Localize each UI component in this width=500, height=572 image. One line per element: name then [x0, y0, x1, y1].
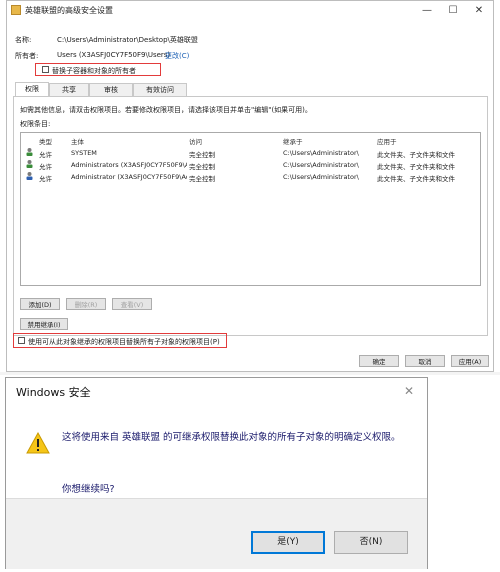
dialog-title: 英雄联盟的高级安全设置 [25, 6, 113, 15]
no-button[interactable]: 否(N) [334, 531, 408, 554]
confirm-question: 你想继续吗? [62, 484, 115, 495]
table-row[interactable]: 允许 SYSTEM 完全控制 C:\Users\Administrator\ 此… [21, 147, 480, 159]
user-group-icon [26, 160, 33, 168]
tab-sharing[interactable]: 共享 [49, 83, 89, 96]
table-row[interactable]: 允许 Administrator (X3ASFJ0CY7F50F9\Ad... … [21, 171, 480, 183]
remove-button[interactable]: 删除(R) [66, 298, 106, 310]
row-principal: Administrator (X3ASFJ0CY7F50F9\Ad... [71, 173, 187, 181]
entries-label: 权限条目: [20, 120, 51, 128]
tab-auditing[interactable]: 审核 [89, 83, 133, 96]
row-type: 允许 [39, 151, 52, 159]
owner-label: 所有者: [15, 52, 39, 60]
ok-button[interactable]: 确定 [359, 355, 399, 367]
col-applies[interactable]: 应用于 [377, 136, 397, 146]
row-inherited: C:\Users\Administrator\ [283, 161, 359, 169]
permissions-panel: 如需其他信息，请双击权限项目。若要修改权限项目，请选择该项目并单击"编辑"(如果… [13, 96, 488, 336]
row-applies: 此文件夹、子文件夹和文件 [377, 151, 455, 159]
replace-child-perms-label: 使用可从此对象继承的权限项目替换所有子对象的权限项目(P) [28, 338, 220, 346]
col-inherited[interactable]: 继承于 [283, 136, 303, 146]
user-icon [26, 148, 33, 156]
title-bar: 英雄联盟的高级安全设置 — ☐ ✕ [7, 1, 493, 21]
row-applies: 此文件夹、子文件夹和文件 [377, 175, 455, 183]
row-inherited: C:\Users\Administrator\ [283, 173, 359, 181]
info-text: 如需其他信息，请双击权限项目。若要修改权限项目，请选择该项目并单击"编辑"(如果… [20, 106, 312, 114]
dialog-title: Windows 安全 [16, 386, 91, 399]
tab-effective-access[interactable]: 有效访问 [133, 83, 187, 96]
add-button[interactable]: 添加(D) [20, 298, 60, 310]
replace-owner-highlight: 替换子容器和对象的所有者 [35, 63, 161, 76]
maximize-icon[interactable]: ☐ [443, 3, 463, 19]
row-type: 允许 [39, 163, 52, 171]
row-access: 完全控制 [189, 175, 215, 183]
col-type[interactable]: 类型 [39, 136, 52, 146]
windows-security-dialog: Windows 安全 ✕ 这将使用来自 英雄联盟 的可继承权限替换此对象的所有子… [5, 377, 428, 569]
minimize-icon[interactable]: — [417, 3, 437, 19]
advanced-security-dialog: 英雄联盟的高级安全设置 — ☐ ✕ 名称: C:\Users\Administr… [6, 0, 494, 372]
cancel-button[interactable]: 取消 [405, 355, 445, 367]
row-access: 完全控制 [189, 151, 215, 159]
row-access: 完全控制 [189, 163, 215, 171]
row-applies: 此文件夹、子文件夹和文件 [377, 163, 455, 171]
row-principal: Administrators (X3ASFJ0CY7F50F9\Ad... [71, 161, 187, 169]
name-value: C:\Users\Administrator\Desktop\英雄联盟 [57, 36, 198, 44]
divider [0, 372, 500, 375]
folder-icon [11, 5, 21, 15]
replace-child-perms-highlight: 使用可从此对象继承的权限项目替换所有子对象的权限项目(P) [13, 333, 227, 348]
close-icon[interactable]: ✕ [404, 384, 414, 398]
table-row[interactable]: 允许 Administrators (X3ASFJ0CY7F50F9\Ad...… [21, 159, 480, 171]
yes-button[interactable]: 是(Y) [251, 531, 325, 554]
replace-child-perms-checkbox[interactable] [18, 337, 25, 344]
view-button[interactable]: 查看(V) [112, 298, 152, 310]
close-icon[interactable]: ✕ [469, 3, 489, 19]
col-principal[interactable]: 主体 [71, 136, 84, 146]
apply-button[interactable]: 应用(A) [451, 355, 489, 367]
owner-value: Users (X3ASFJ0CY7F50F9\Users) [57, 51, 171, 59]
name-label: 名称: [15, 36, 32, 44]
row-inherited: C:\Users\Administrator\ [283, 149, 359, 157]
disable-inheritance-button[interactable]: 禁用继承(I) [20, 318, 68, 330]
user-icon [26, 172, 33, 180]
row-principal: SYSTEM [71, 149, 97, 157]
row-type: 允许 [39, 175, 52, 183]
change-owner-link[interactable]: 更改(C) [165, 51, 189, 61]
replace-owner-label: 替换子容器和对象的所有者 [52, 67, 136, 75]
replace-owner-checkbox[interactable] [42, 66, 49, 73]
col-access[interactable]: 访问 [189, 136, 202, 146]
warning-message: 这将使用来自 英雄联盟 的可继承权限替换此对象的所有子对象的明确定义权限。 [62, 432, 401, 443]
warning-icon [26, 432, 50, 454]
permission-entries-list[interactable]: 类型 主体 访问 继承于 应用于 允许 SYSTEM 完全控制 C:\Users… [20, 132, 481, 286]
tab-permissions[interactable]: 权限 [15, 82, 49, 96]
